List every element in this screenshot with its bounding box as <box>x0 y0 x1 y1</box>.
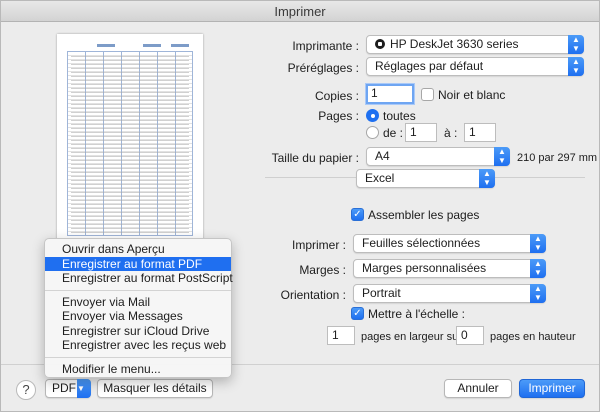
menu-item-save-pdf[interactable]: Enregistrer au format PDF <box>45 256 231 271</box>
menu-item-save-postscript[interactable]: Enregistrer au format PostScript <box>45 271 233 286</box>
pdf-menu-button[interactable]: PDF ▼ <box>45 379 91 398</box>
menu-item-open-preview[interactable]: Ouvrir dans Aperçu <box>45 242 231 257</box>
presets-select[interactable]: Réglages par défaut ▲ ▼ <box>366 57 584 76</box>
printer-value: HP DeskJet 3630 series <box>390 37 519 51</box>
collate-label: Assembler les pages <box>368 208 480 222</box>
pages-all-radio[interactable] <box>366 109 379 122</box>
pdf-label: PDF <box>52 381 76 395</box>
printer-label: Imprimante : <box>292 39 359 53</box>
margins-select[interactable]: Marges personnalisées ▲ ▼ <box>353 259 546 278</box>
pages-from-label: de : <box>383 126 404 140</box>
menu-item-send-messages[interactable]: Envoyer via Messages <box>45 309 231 324</box>
cancel-button[interactable]: Annuler <box>444 379 512 398</box>
collate-checkbox[interactable]: ✓ <box>351 208 364 221</box>
help-button[interactable]: ? <box>16 380 36 400</box>
margins-label: Marges : <box>299 263 346 277</box>
menu-item-save-icloud[interactable]: Enregistrer sur iCloud Drive <box>45 324 231 339</box>
menu-separator <box>45 356 231 358</box>
paper-value: A4 <box>375 149 390 163</box>
pages-to-label: à : <box>444 126 458 140</box>
print-button[interactable]: Imprimer <box>519 379 585 398</box>
chevron-updown-icon: ▲ ▼ <box>530 234 546 253</box>
paper-dimensions: 210 par 297 mm <box>517 152 598 164</box>
copies-label: Copies : <box>314 89 359 103</box>
chevron-updown-icon: ▲ ▼ <box>530 259 546 278</box>
menu-item-send-mail[interactable]: Envoyer via Mail <box>45 295 231 310</box>
orientation-select[interactable]: Portrait ▲ ▼ <box>353 284 546 303</box>
chevron-down-icon: ▼ <box>77 379 91 398</box>
scale-width-label: pages en largeur sur <box>361 331 462 343</box>
print-what-label: Imprimer : <box>292 238 346 252</box>
bw-checkbox[interactable] <box>421 88 434 101</box>
scale-width-input[interactable]: 1 <box>327 326 355 345</box>
orientation-value: Portrait <box>362 286 401 300</box>
section-select[interactable]: Excel ▲ ▼ <box>356 169 495 188</box>
presets-value: Réglages par défaut <box>375 59 484 73</box>
pages-to-input[interactable]: 1 <box>464 123 496 142</box>
paper-label: Taille du papier : <box>271 151 359 165</box>
paper-select[interactable]: A4 ▲ ▼ <box>366 147 510 166</box>
margins-value: Marges personnalisées <box>362 261 487 275</box>
bw-label: Noir et blanc <box>438 88 506 102</box>
preview-sheet-header <box>67 44 193 48</box>
pages-from-input[interactable]: 1 <box>405 123 437 142</box>
pages-label: Pages : <box>318 109 359 123</box>
print-what-value: Feuilles sélectionnées <box>362 236 481 250</box>
pages-all-label: toutes <box>383 109 416 123</box>
menu-separator <box>45 289 231 291</box>
menu-item-save-web-receipts[interactable]: Enregistrer avec les reçus web <box>45 338 231 353</box>
menu-item-edit-menu[interactable]: Modifier le menu... <box>45 362 231 377</box>
scale-height-input[interactable]: 0 <box>456 326 484 345</box>
pages-range-radio[interactable] <box>366 126 379 139</box>
copies-input[interactable]: 1 <box>366 84 414 104</box>
scale-height-label: pages en hauteur <box>490 331 576 343</box>
print-preview <box>57 34 203 240</box>
preview-spreadsheet <box>67 51 193 236</box>
presets-label: Préréglages : <box>287 61 359 75</box>
scale-checkbox[interactable]: ✓ <box>351 307 364 320</box>
chevron-updown-icon: ▲ ▼ <box>568 57 584 76</box>
orientation-label: Orientation : <box>280 288 346 302</box>
chevron-updown-icon: ▲ ▼ <box>479 169 495 188</box>
chevron-updown-icon: ▲ ▼ <box>568 35 584 54</box>
print-what-select[interactable]: Feuilles sélectionnées ▲ ▼ <box>353 234 546 253</box>
window-title: Imprimer <box>1 1 599 22</box>
pdf-dropdown-menu: Ouvrir dans Aperçu Enregistrer au format… <box>44 238 233 378</box>
printer-select[interactable]: HP DeskJet 3630 series ▲ ▼ <box>366 35 584 54</box>
printer-icon <box>375 39 385 49</box>
scale-label: Mettre à l'échelle : <box>368 307 466 321</box>
chevron-updown-icon: ▲ ▼ <box>494 147 510 166</box>
chevron-updown-icon: ▲ ▼ <box>530 284 546 303</box>
section-value: Excel <box>365 171 395 185</box>
print-dialog: Imprimer Imprimante : HP DeskJet 3630 se… <box>0 0 600 412</box>
hide-details-button[interactable]: Masquer les détails <box>97 379 213 398</box>
